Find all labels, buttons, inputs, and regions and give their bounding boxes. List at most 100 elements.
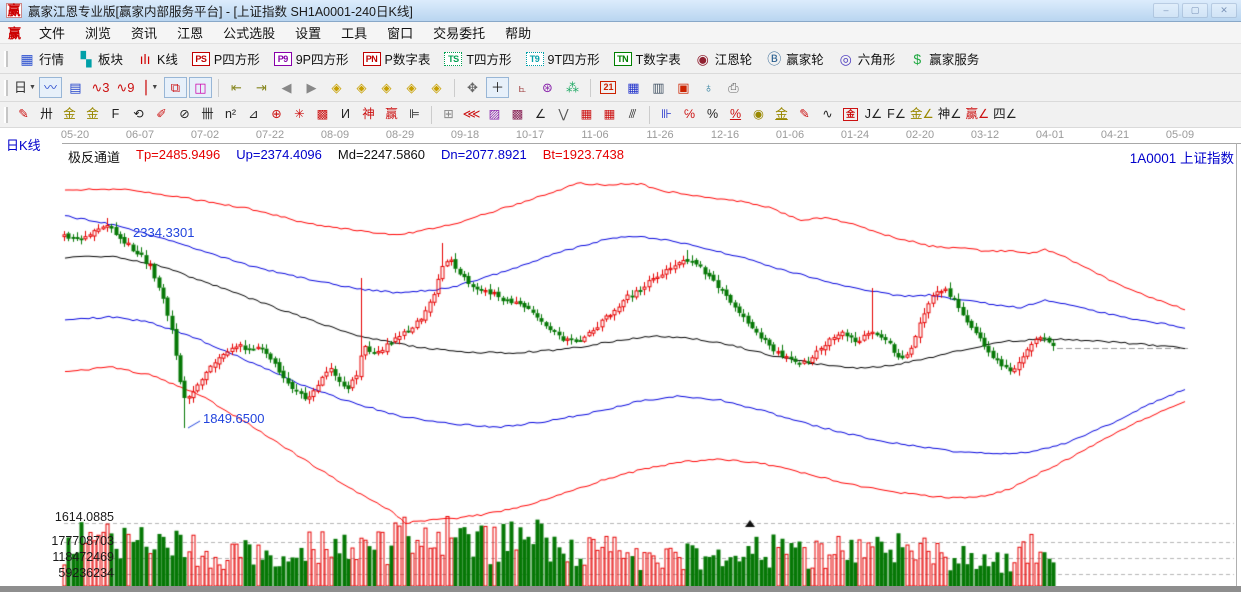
toolbar-button-percent-line[interactable]: % [725, 105, 746, 125]
toolbar-button-shen-angle[interactable]: 神∠ [937, 105, 963, 125]
toolbar-button-gann-target[interactable]: ⊕ [266, 105, 287, 125]
toolbar-button-page-next[interactable]: ▶ [300, 77, 323, 98]
toolbar-button-gann-diamond-center[interactable]: ◈ [425, 77, 448, 98]
toolbar-button-ruler-123[interactable]: ⊫ [404, 105, 425, 125]
toolbar-button-page-prev[interactable]: ◀ [275, 77, 298, 98]
toolbar-button-pan-hand[interactable]: ✥ [461, 77, 484, 98]
toolbar-button-f-angle[interactable]: F∠ [886, 105, 907, 125]
main-chart-canvas[interactable] [0, 128, 1241, 592]
minimize-button[interactable]: – [1153, 3, 1179, 18]
toolbar-button-notepad[interactable]: ▥ [647, 77, 670, 98]
toolbar-button-price-ruler[interactable]: 卅 [36, 105, 57, 125]
toolbar-button-j-angle[interactable]: J∠ [863, 105, 884, 125]
toolbar-button-web-box[interactable]: ▩ [507, 105, 528, 125]
toolbar-button-gold-box[interactable]: 金 [840, 105, 861, 125]
toolbar-button-winner-wheel[interactable]: Ⓑ 赢家轮 [759, 47, 831, 71]
menu-item-gann[interactable]: 江恩 [167, 21, 213, 44]
toolbar-button-candle-tool[interactable]: ⎮ ▼ [139, 77, 162, 98]
toolbar-button-9p-square[interactable]: P9 9P四方形 [267, 47, 356, 71]
menu-item-settings[interactable]: 设置 [285, 21, 331, 44]
toolbar-button-print[interactable]: ⎙ [722, 77, 745, 98]
toolbar-button-gold-grid-small[interactable]: 金 [59, 105, 80, 125]
toolbar-button-gann-rotate-tool[interactable]: ⊛ [536, 77, 559, 98]
toolbar-button-mirror-angle[interactable]: ⊿ [243, 105, 264, 125]
toolbar-button-gold-angle[interactable]: 金∠ [909, 105, 935, 125]
gann-diamond-left-icon: ◈ [331, 80, 342, 95]
toolbar-button-quotes[interactable]: ▦ 行情 [12, 47, 71, 71]
toolbar-button-ying-angle[interactable]: 赢∠ [964, 105, 990, 125]
toolbar-button-gann-diamond-compress[interactable]: ◈ [400, 77, 423, 98]
toolbar-button-wave-count-9[interactable]: ∿9 [114, 77, 137, 98]
toolbar-button-gold-line[interactable]: 金 [771, 105, 792, 125]
maximize-button[interactable]: ▢ [1182, 3, 1208, 18]
toolbar-button-percent[interactable]: % [702, 105, 723, 125]
toolbar-button-winner-service[interactable]: $ 赢家服务 [902, 47, 986, 71]
toolbar-button-zigzag-tool[interactable]: 〰 [38, 77, 62, 98]
toolbar-button-gann-web-square[interactable]: ▩ [312, 105, 333, 125]
toolbar-button-gann-wheel[interactable]: ◉ 江恩轮 [688, 47, 760, 71]
toolbar-button-gann-fan-circle[interactable]: ⊘ [174, 105, 195, 125]
toolbar-button-percent-angle[interactable]: ℅ [679, 105, 700, 125]
menu-item-formula-select[interactable]: 公式选股 [213, 21, 285, 44]
toolbar-button-wave-line[interactable]: ∿ [817, 105, 838, 125]
toolbar-button-calendar[interactable]: 21 [597, 77, 620, 98]
toolbar-button-n-square[interactable]: n² [220, 105, 241, 125]
toolbar-button-spiral[interactable]: ⟲ [128, 105, 149, 125]
toolbar-button-crosshair[interactable]: ＋ [485, 77, 509, 98]
toolbar-button-shen-grid[interactable]: 神 [358, 105, 379, 125]
toolbar-button-gann-diamond-expand[interactable]: ◈ [375, 77, 398, 98]
toolbar-button-red-fan[interactable]: ⋘ [461, 105, 482, 125]
toolbar-button-red-grid-2[interactable]: ▦ [599, 105, 620, 125]
toolbar-button-info-list[interactable]: ▤ [64, 77, 87, 98]
toolbar-button-si-angle[interactable]: 四∠ [992, 105, 1018, 125]
toolbar-button-9t-square[interactable]: T9 9T四方形 [519, 47, 607, 71]
toolbar-button-gold-grid-large[interactable]: 金 [82, 105, 103, 125]
toolbar-button-pattern-tool[interactable]: ⁂ [561, 77, 584, 98]
toolbar-button-angle-fan[interactable]: ∠ [530, 105, 551, 125]
menu-item-file[interactable]: 文件 [29, 21, 75, 44]
toolbar-button-volume-histogram[interactable]: ◫ [188, 77, 212, 98]
menu-item-window[interactable]: 窗口 [377, 21, 423, 44]
page-prev-icon: ◀ [281, 80, 292, 95]
toolbar-button-angle-measure[interactable]: ⦜ [511, 77, 534, 98]
toolbar-button-ying-grid[interactable]: 赢 [381, 105, 402, 125]
menu-item-browse[interactable]: 浏览 [75, 21, 121, 44]
toolbar-button-gann-diamond-left[interactable]: ◈ [325, 77, 348, 98]
toolbar-button-p-number-table[interactable]: PN P数字表 [356, 47, 438, 71]
toolbar-button-gann-web[interactable]: ✳ [289, 105, 310, 125]
toolbar-button-save[interactable]: ▣ [672, 77, 695, 98]
toolbar-button-v-dotted[interactable]: ⋁ [553, 105, 574, 125]
menu-item-tools[interactable]: 工具 [331, 21, 377, 44]
toolbar-button-sectors[interactable]: ▚ 板块 [71, 47, 130, 71]
toolbar-button-volume-ladder[interactable]: ⊪ [656, 105, 677, 125]
toolbar-button-wave-count-3[interactable]: ∿3 [89, 77, 112, 98]
menu-item-help[interactable]: 帮助 [495, 21, 541, 44]
toolbar-button-parallel-lines[interactable]: ⫻ [622, 105, 643, 125]
toolbar-button-red-grid-1[interactable]: ▦ [576, 105, 597, 125]
toolbar-button-web-link[interactable]: ♁ [697, 77, 720, 98]
toolbar-button-frame-tool[interactable]: ⊞ [438, 105, 459, 125]
toolbar-button-goto-first[interactable]: ⇤ [225, 77, 248, 98]
toolbar-button-kline[interactable]: ılı K线 [130, 47, 185, 71]
toolbar-button-t-square[interactable]: TS T四方形 [437, 47, 518, 71]
toolbar-button-f-grid[interactable]: F [105, 105, 126, 125]
toolbar-button-t-number-table[interactable]: TN T数字表 [607, 47, 688, 71]
toolbar-button-goto-last[interactable]: ⇥ [250, 77, 273, 98]
toolbar-button-p-square[interactable]: PS P四方形 [185, 47, 267, 71]
toolbar-button-purple-fan-box[interactable]: ▨ [484, 105, 505, 125]
toolbar-button-n-wave[interactable]: И [335, 105, 356, 125]
toolbar-button-kline-period[interactable]: 日 ▼ [13, 77, 37, 98]
close-button[interactable]: ✕ [1211, 3, 1237, 18]
toolbar-button-gann-diamond-right[interactable]: ◈ [350, 77, 373, 98]
toolbar-button-hexagon[interactable]: ◎ 六角形 [831, 47, 903, 71]
gold-box-icon: 金 [842, 108, 858, 121]
toolbar-button-region-map[interactable]: ⧉ [163, 77, 187, 98]
toolbar-button-gann-pen[interactable]: ✎ [13, 105, 34, 125]
toolbar-button-gold-circle[interactable]: ◉ [748, 105, 769, 125]
toolbar-button-calculator[interactable]: ▦ [622, 77, 645, 98]
toolbar-button-brush-pen[interactable]: ✎ [794, 105, 815, 125]
menu-item-news[interactable]: 资讯 [121, 21, 167, 44]
toolbar-button-measure-pen[interactable]: ✐ [151, 105, 172, 125]
menu-item-trade-order[interactable]: 交易委托 [423, 21, 495, 44]
toolbar-button-time-ruler[interactable]: 卌 [197, 105, 218, 125]
